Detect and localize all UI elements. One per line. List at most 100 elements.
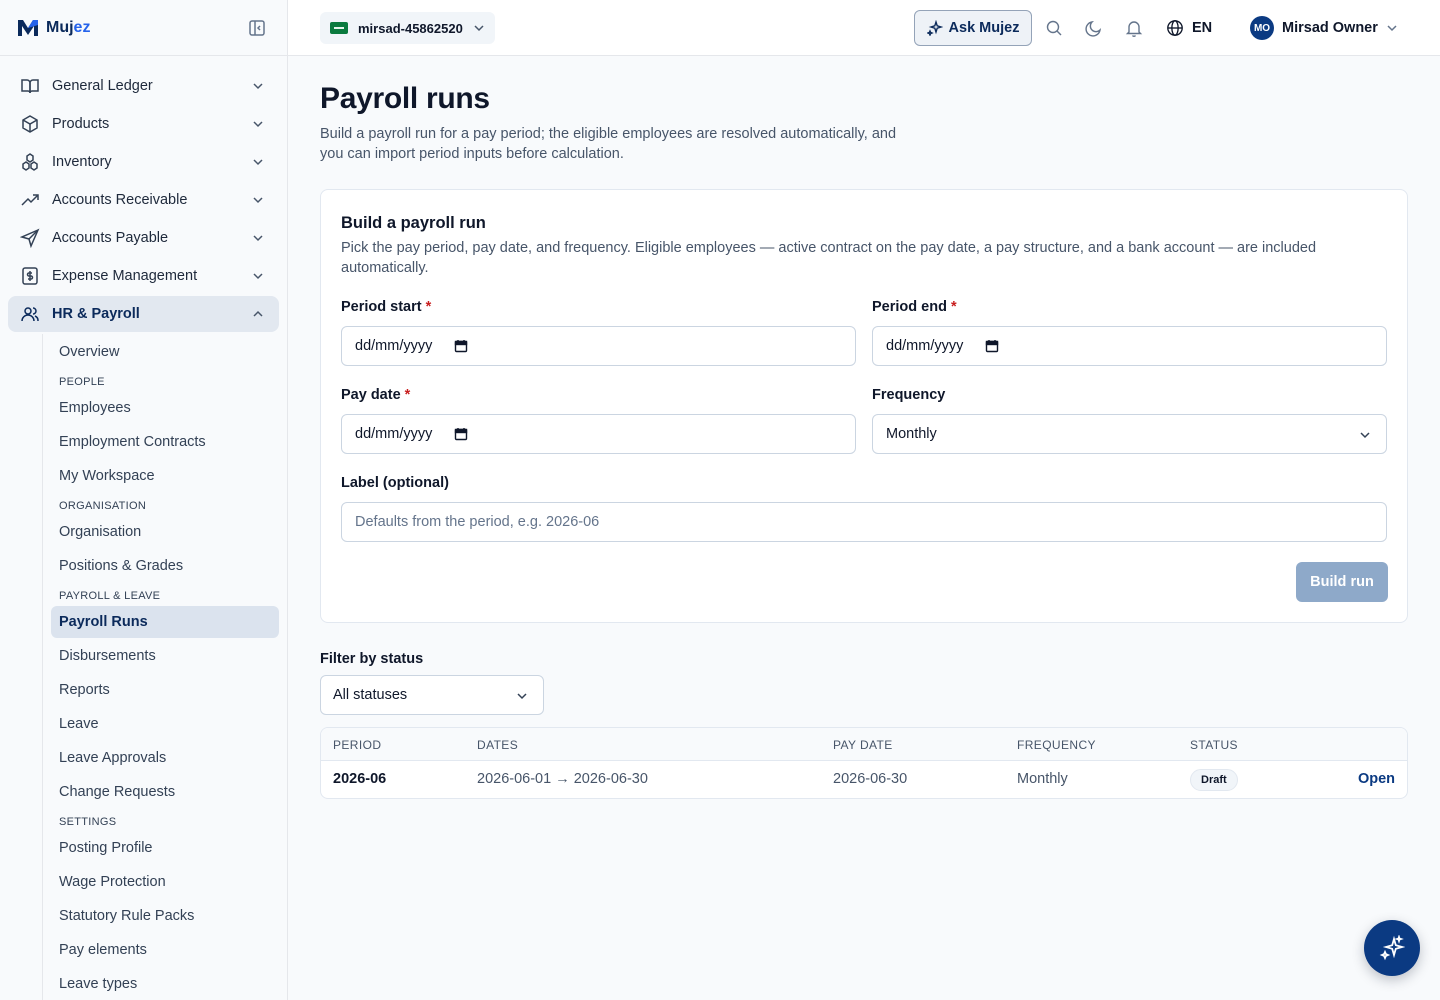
calendar-icon[interactable]: [454, 427, 468, 441]
chevron-down-icon: [253, 159, 263, 166]
period-end-input[interactable]: dd/mm/yyyy: [872, 326, 1387, 366]
search-icon[interactable]: [1044, 18, 1064, 38]
sidebar-item-posting-profile[interactable]: Posting Profile: [51, 832, 279, 864]
sidebar-item-positions-grades[interactable]: Positions & Grades: [51, 550, 279, 582]
chevron-down-icon: [1360, 432, 1370, 439]
chevron-down-icon: [253, 235, 263, 242]
assistant-fab-button[interactable]: [1364, 920, 1420, 976]
frequency-value: Monthly: [886, 426, 937, 442]
bell-icon[interactable]: [1124, 18, 1144, 38]
chevron-up-icon: [253, 310, 263, 317]
sidebar-item-expense-management[interactable]: Expense Management: [8, 258, 279, 294]
period-start-input[interactable]: dd/mm/yyyy: [341, 326, 856, 366]
user-menu[interactable]: MO Mirsad Owner: [1250, 16, 1398, 40]
filter-status-label: Filter by status: [320, 651, 424, 667]
sidebar-item-organisation[interactable]: Organisation: [51, 516, 279, 548]
table-row[interactable]: 2026-06 2026-06-01 → 2026-06-30 2026-06-…: [321, 761, 1407, 798]
build-run-button[interactable]: Build run: [1296, 562, 1388, 602]
sidebar-item-leave-types[interactable]: Leave types: [51, 968, 279, 1000]
sidebar-nav: General Ledger Products Inventory Accoun…: [0, 56, 287, 1000]
chevron-down-icon: [517, 693, 527, 700]
sidebar-item-pay-elements[interactable]: Pay elements: [51, 934, 279, 966]
sidebar-item-hr-payroll[interactable]: HR & Payroll: [8, 296, 279, 332]
brand-name: Mujez: [46, 18, 91, 36]
pay-date-input[interactable]: dd/mm/yyyy: [341, 414, 856, 454]
sidebar-item-change-requests[interactable]: Change Requests: [51, 776, 279, 808]
chevron-down-icon: [253, 197, 263, 204]
open-run-link[interactable]: Open: [1358, 771, 1395, 787]
language-label: EN: [1192, 20, 1213, 36]
sidebar-item-label: Inventory: [52, 154, 112, 170]
cell-pay-date: 2026-06-30: [833, 771, 908, 787]
card-title: Build a payroll run: [341, 214, 486, 232]
status-badge: Draft: [1190, 769, 1238, 791]
sidebar-item-label: Products: [52, 116, 110, 132]
chevron-down-icon: [253, 121, 263, 128]
page-description: Build a payroll run for a pay period; th…: [320, 126, 897, 162]
sidebar-item-employees[interactable]: Employees: [51, 392, 279, 424]
moon-icon[interactable]: [1084, 18, 1104, 38]
sidebar-item-label: Accounts Payable: [52, 230, 169, 246]
sidebar-item-general-ledger[interactable]: General Ledger: [8, 68, 279, 104]
card-description: Pick the pay period, pay date, and frequ…: [341, 240, 1317, 276]
label-placeholder: Defaults from the period, e.g. 2026-06: [355, 514, 600, 530]
sidebar-item-payroll-runs[interactable]: Payroll Runs: [51, 606, 279, 638]
column-header-pay-date: PAY DATE: [833, 738, 893, 752]
org-switcher[interactable]: mirsad-45862520: [320, 12, 495, 44]
box-icon: [22, 115, 38, 133]
section-heading-people: PEOPLE: [59, 376, 105, 388]
sidebar-item-label: Accounts Receivable: [52, 192, 188, 208]
chevron-down-icon: [253, 83, 263, 90]
language-switcher[interactable]: EN: [1166, 16, 1212, 40]
sidebar-item-statutory-rule-packs[interactable]: Statutory Rule Packs: [51, 900, 279, 932]
sidebar-item-accounts-receivable[interactable]: Accounts Receivable: [8, 182, 279, 218]
sidebar-item-leave[interactable]: Leave: [51, 708, 279, 740]
ask-mujez-label: Ask Mujez: [948, 20, 1020, 36]
flag-icon: [330, 22, 348, 34]
sidebar-item-label: General Ledger: [52, 78, 153, 94]
period-start-label: Period start *: [341, 299, 432, 315]
main-content: Payroll runs Build a payroll run for a p…: [288, 56, 1440, 1000]
sidebar-item-overview[interactable]: Overview: [51, 336, 279, 368]
book-icon: [21, 79, 39, 94]
section-heading-settings: SETTINGS: [59, 816, 117, 828]
period-end-label: Period end *: [872, 299, 957, 315]
calendar-icon[interactable]: [985, 339, 999, 353]
sidebar-item-employment-contracts[interactable]: Employment Contracts: [51, 426, 279, 458]
payroll-runs-table: PERIOD DATES PAY DATE FREQUENCY STATUS 2…: [320, 727, 1408, 799]
pay-date-value: dd/mm/yyyy: [355, 426, 433, 442]
frequency-select[interactable]: Monthly: [872, 414, 1387, 454]
chevron-down-icon: [253, 273, 263, 280]
sparkles-icon: [1379, 935, 1405, 961]
column-header-period: PERIOD: [333, 738, 382, 752]
ask-mujez-button[interactable]: Ask Mujez: [914, 10, 1032, 46]
sparkles-icon: [926, 20, 943, 36]
column-header-dates: DATES: [477, 738, 519, 752]
column-header-frequency: FREQUENCY: [1017, 738, 1096, 752]
send-icon: [20, 228, 40, 248]
user-name: Mirsad Owner: [1282, 20, 1378, 36]
frequency-label: Frequency: [872, 387, 946, 403]
label-input[interactable]: Defaults from the period, e.g. 2026-06: [341, 502, 1387, 542]
sidebar-item-reports[interactable]: Reports: [51, 674, 279, 706]
hr-payroll-subnav: Overview PEOPLE Employees Employment Con…: [42, 334, 279, 1000]
globe-icon: [1167, 20, 1183, 36]
status-filter-value: All statuses: [333, 687, 408, 703]
status-filter-select[interactable]: All statuses: [320, 675, 544, 715]
sidebar-item-inventory[interactable]: Inventory: [8, 144, 279, 180]
mujez-logo-icon: [18, 19, 38, 36]
org-name: mirsad-45862520: [358, 20, 463, 36]
brand: Mujez: [0, 0, 287, 56]
sidebar-item-accounts-payable[interactable]: Accounts Payable: [8, 220, 279, 256]
section-heading-payroll-leave: PAYROLL & LEAVE: [59, 590, 161, 602]
users-icon: [21, 307, 39, 322]
calendar-icon[interactable]: [454, 339, 468, 353]
boxes-icon: [22, 153, 38, 171]
sidebar-collapse-icon[interactable]: [247, 18, 267, 38]
sidebar-item-disbursements[interactable]: Disbursements: [51, 640, 279, 672]
sidebar-item-products[interactable]: Products: [8, 106, 279, 142]
sidebar-item-my-workspace[interactable]: My Workspace: [51, 460, 279, 492]
period-start-value: dd/mm/yyyy: [355, 338, 433, 354]
sidebar-item-leave-approvals[interactable]: Leave Approvals: [51, 742, 279, 774]
sidebar-item-wage-protection[interactable]: Wage Protection: [51, 866, 279, 898]
